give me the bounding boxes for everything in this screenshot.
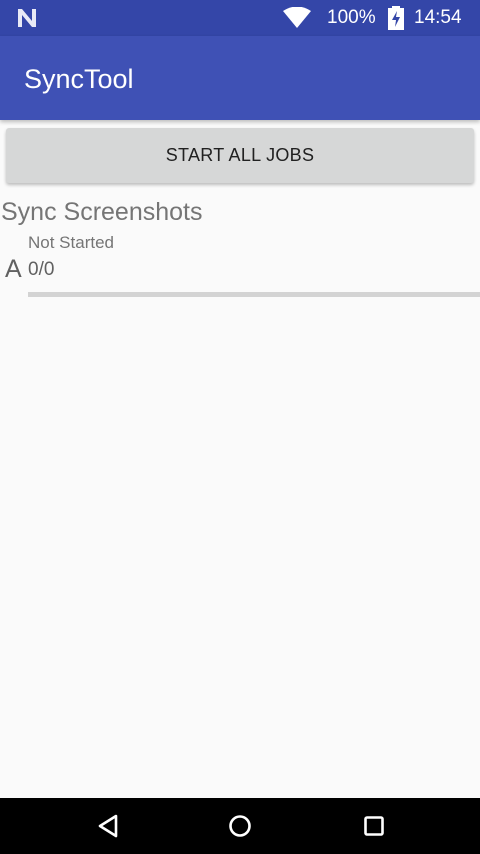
job-count: 0/0	[28, 259, 55, 280]
app-title: SyncTool	[24, 64, 134, 94]
job-title: Sync Screenshots	[1, 198, 203, 226]
home-icon[interactable]	[226, 812, 254, 840]
battery-percentage: 100%	[327, 7, 376, 28]
back-icon[interactable]	[94, 812, 122, 840]
start-all-jobs-button[interactable]: START ALL JOBS	[6, 128, 474, 183]
navigation-bar	[0, 798, 480, 854]
recents-icon[interactable]	[360, 812, 388, 840]
notification-n-icon	[18, 9, 36, 27]
job-letter: A	[5, 255, 22, 283]
job-progress-bar	[28, 292, 480, 297]
status-bar: 100% 14:54	[0, 0, 480, 36]
app-bar: SyncTool	[0, 36, 480, 120]
battery-charging-icon	[388, 6, 404, 30]
wifi-icon	[283, 7, 311, 28]
status-clock: 14:54	[414, 7, 462, 28]
job-status: Not Started	[28, 233, 114, 252]
